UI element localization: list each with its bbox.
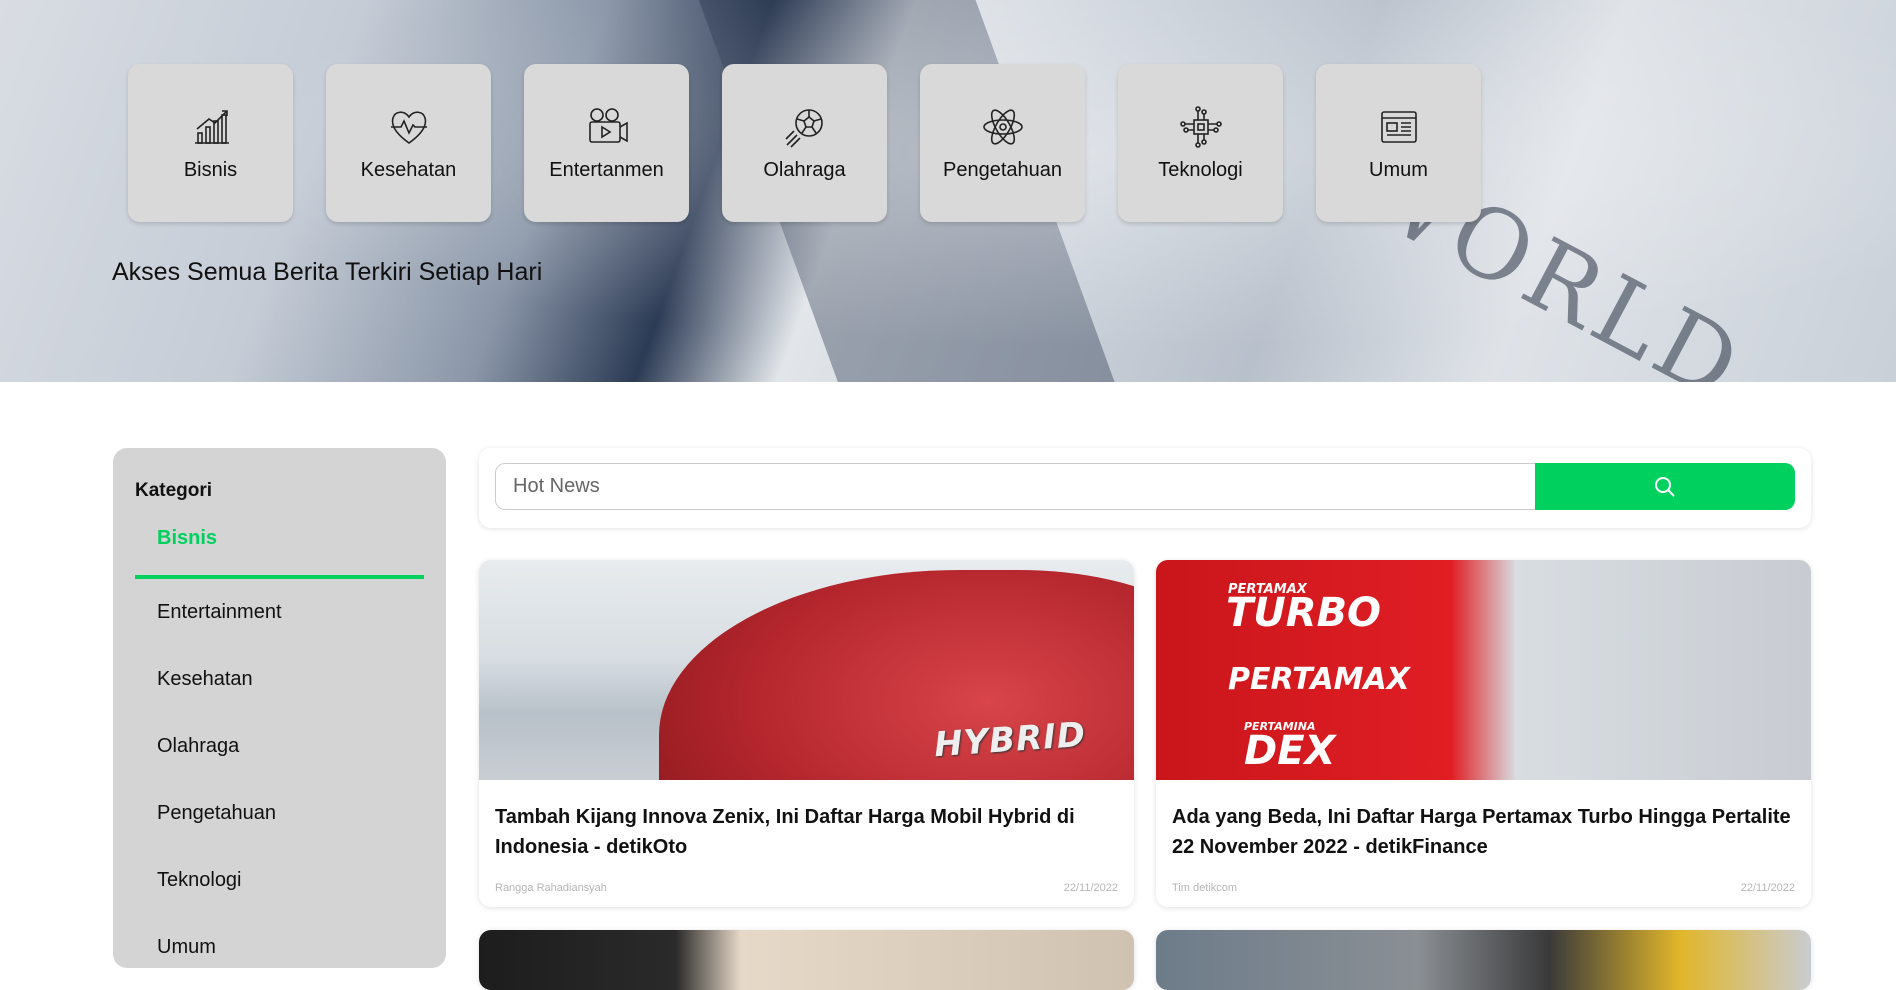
category-card-teknologi[interactable]: Teknologi [1118,64,1283,222]
news-image[interactable]: PERTAMAX TURBO PERTAMAX PERTAMINA DEX [1156,560,1811,780]
news-image-text: PERTAMAX [1228,662,1410,697]
category-label: Olahraga [763,158,846,181]
news-title[interactable]: Tambah Kijang Innova Zenix, Ini Daftar H… [479,780,1134,882]
news-card[interactable]: HYBRID Tambah Kijang Innova Zenix, Ini D… [479,560,1134,907]
sidebar-item-olahraga[interactable]: Olahraga [135,713,424,780]
news-meta: Rangga Rahadiansyah 22/11/2022 [479,882,1134,894]
news-image[interactable] [1156,930,1811,990]
sidebar-item-teknologi[interactable]: Teknologi [135,847,424,914]
category-card-olahraga[interactable]: Olahraga [722,64,887,222]
category-label: Kesehatan [360,158,457,181]
category-card-pengetahuan[interactable]: Pengetahuan [920,64,1085,222]
category-label: Teknologi [1158,158,1243,181]
search-icon [1655,476,1675,497]
hero-tagline: Akses Semua Berita Terkiri Setiap Hari [112,258,543,286]
sidebar-item-kesehatan[interactable]: Kesehatan [135,646,424,713]
category-shortcuts: Bisnis Kesehatan Entertanmen Olahraga Pe… [128,64,1481,222]
category-card-umum[interactable]: Umum [1316,64,1481,222]
news-author: Tim detikcom [1172,882,1237,894]
chart-growth-icon [194,109,229,144]
sidebar-item-pengetahuan[interactable]: Pengetahuan [135,780,424,847]
search-input[interactable] [495,463,1535,510]
news-author: Rangga Rahadiansyah [495,882,607,894]
sidebar-title: Kategori [135,480,213,501]
soccer-ball-icon [784,108,823,148]
sidebar-item-umum[interactable]: Umum [135,914,424,981]
search-button[interactable] [1535,463,1795,510]
news-image[interactable] [479,930,1134,990]
news-image-text: TURBO [1226,590,1382,636]
category-label: Umum [1369,158,1428,181]
category-label: Pengetahuan [942,158,1062,181]
news-card[interactable] [1156,930,1811,990]
search-bar [479,448,1811,528]
news-image-text: DEX [1244,728,1336,774]
sidebar-item-entertainment[interactable]: Entertainment [135,579,424,646]
news-date: 22/11/2022 [1063,882,1118,894]
heart-pulse-icon [390,110,427,144]
news-image[interactable]: HYBRID [479,560,1134,780]
news-meta: Tim detikcom 22/11/2022 [1156,882,1811,894]
hero-banner: WORLD Bisnis Kesehatan Entertanmen Olahr… [0,0,1896,382]
news-card[interactable] [479,930,1134,990]
news-title[interactable]: Ada yang Beda, Ini Daftar Harga Pertamax… [1156,780,1811,882]
category-label: Entertanmen [549,158,664,181]
category-label: Bisnis [183,158,238,181]
category-card-entertanmen[interactable]: Entertanmen [524,64,689,222]
atom-icon [982,108,1023,145]
film-camera-icon [588,107,628,143]
sidebar-item-bisnis[interactable]: Bisnis [135,508,424,579]
news-card[interactable]: PERTAMAX TURBO PERTAMAX PERTAMINA DEX Ad… [1156,560,1811,907]
circuit-chip-icon [1179,105,1222,148]
category-sidebar: Kategori Bisnis Entertainment Kesehatan … [113,448,446,968]
newspaper-icon [1380,110,1417,143]
category-card-kesehatan[interactable]: Kesehatan [326,64,491,222]
news-date: 22/11/2022 [1740,882,1795,894]
category-card-bisnis[interactable]: Bisnis [128,64,293,222]
